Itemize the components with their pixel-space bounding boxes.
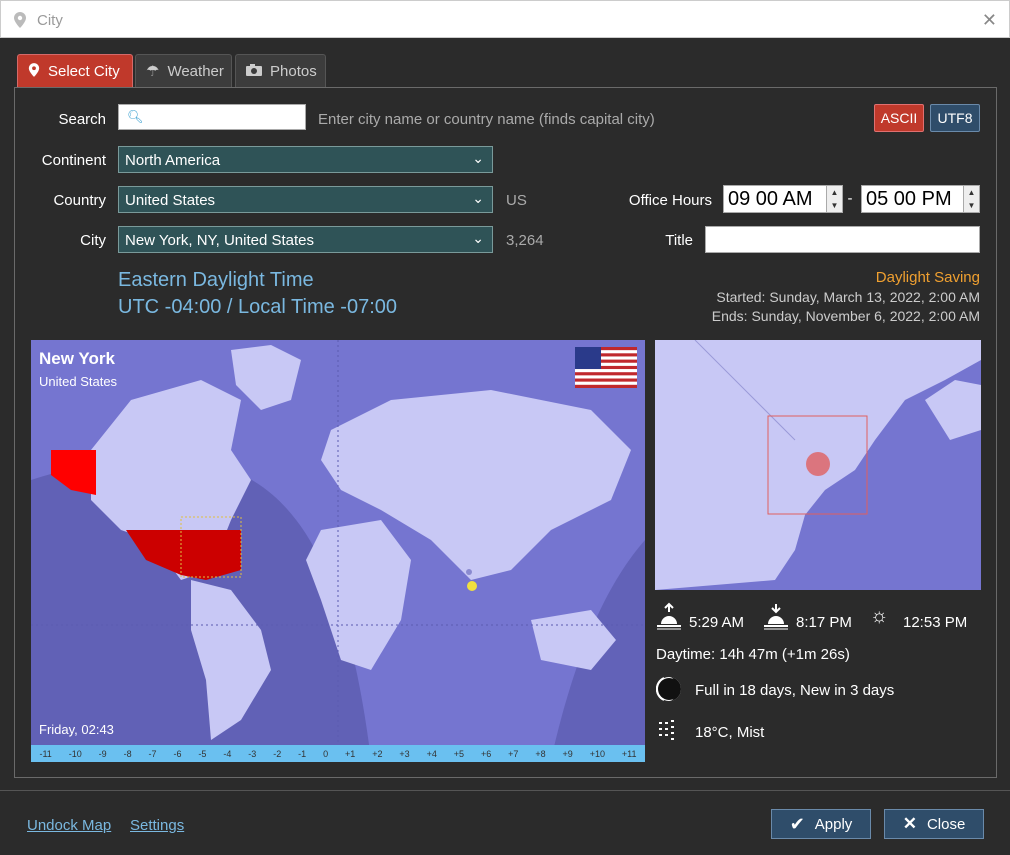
title-input[interactable] <box>705 226 980 253</box>
tab-label: Select City <box>48 63 120 80</box>
sunrise-icon <box>656 602 682 635</box>
map-city-name: New York <box>39 349 115 368</box>
tab-weather[interactable]: ☂ Weather <box>135 54 232 88</box>
daytime-length: Daytime: 14h 47m (+1m 26s) <box>656 646 850 663</box>
country-select[interactable]: United States ⌄ <box>118 186 493 213</box>
location-mini-map[interactable] <box>655 340 981 590</box>
timezone-scale-tick: -9 <box>98 748 107 759</box>
apply-button[interactable]: ✔ Apply <box>771 809 871 839</box>
sunrise-time: 5:29 AM <box>689 614 745 631</box>
dst-started: Started: Sunday, March 13, 2022, 2:00 AM <box>716 289 980 305</box>
timezone-scale-tick: 0 <box>323 748 329 759</box>
timezone-scale-tick: -8 <box>123 748 132 759</box>
tab-photos[interactable]: Photos <box>235 54 326 88</box>
sun-noon-icon: ☼ <box>870 605 889 627</box>
title-bar: City ✕ <box>0 0 1010 38</box>
dst-ends: Ends: Sunday, November 6, 2022, 2:00 AM <box>711 308 980 324</box>
timezone-scale: -11 -10 -9 -8 -7 -6 -5 -4 -3 -2 -1 0 +1 +2 +3 +4 +5 +6 +7 +… <box>31 745 645 762</box>
close-icon[interactable]: ✕ <box>982 10 997 31</box>
office-start-value: 09 00 AM <box>728 188 813 210</box>
tab-label: Photos <box>270 62 317 80</box>
chevron-down-icon: ⌄ <box>472 190 484 206</box>
timezone-scale-tick: -7 <box>148 748 157 759</box>
timezone-scale-tick: +3 <box>399 748 410 759</box>
close-icon: ✕ <box>902 814 917 833</box>
dst-title: Daylight Saving <box>875 269 980 286</box>
close-button[interactable]: ✕ Close <box>884 809 984 839</box>
ascii-button[interactable]: ASCII <box>874 104 924 132</box>
office-end-time[interactable]: 05 00 PM ▲ ▼ <box>861 185 980 213</box>
timezone-scale-tick: -6 <box>173 748 182 759</box>
city-label: City <box>80 232 106 249</box>
timezone-scale-tick: -5 <box>198 748 207 759</box>
timezone-scale-tick: +9 <box>562 748 573 759</box>
continent-select[interactable]: North America ⌄ <box>118 146 493 173</box>
timezone-scale-tick: -4 <box>223 748 232 759</box>
timezone-scale-tick: +8 <box>535 748 546 759</box>
timezone-scale-tick: -11 <box>39 748 52 759</box>
window-title: City <box>37 12 63 29</box>
timezone-name: Eastern Daylight Time <box>118 269 314 291</box>
map-local-time: Friday, 02:43 <box>39 722 114 737</box>
moon-icon <box>655 676 682 707</box>
timezone-scale-tick: -1 <box>298 748 307 759</box>
country-code: US <box>506 192 527 209</box>
tab-label: Weather <box>167 62 224 80</box>
chevron-down-icon: ⌄ <box>472 150 484 166</box>
city-count: 3,264 <box>506 232 544 249</box>
timezone-scale-tick: +5 <box>453 748 465 759</box>
chevron-down-icon: ⌄ <box>472 230 484 246</box>
office-end-value: 05 00 PM <box>866 188 952 210</box>
continent-value: North America <box>125 152 221 169</box>
solar-noon-time: 12:53 PM <box>903 614 968 631</box>
undock-map-link[interactable]: Undock Map <box>27 817 111 834</box>
search-input[interactable]: 🔍︎ <box>118 104 306 130</box>
timezone-scale-tick: +1 <box>345 748 356 759</box>
country-value: United States <box>125 192 216 209</box>
moon-phase: Full in 18 days, New in 3 days <box>695 682 895 699</box>
search-label: Search <box>58 111 106 128</box>
close-label: Close <box>926 815 966 833</box>
title-label: Title <box>665 232 693 249</box>
stepper-arrows[interactable]: ▲ ▼ <box>963 186 979 212</box>
timezone-scale-tick: +6 <box>480 748 492 759</box>
continent-label: Continent <box>41 152 106 169</box>
timezone-scale-tick: -3 <box>248 748 257 759</box>
country-label: Country <box>53 192 106 209</box>
office-start-time[interactable]: 09 00 AM ▲ ▼ <box>723 185 843 213</box>
world-map-graphic <box>31 340 645 762</box>
mist-icon <box>659 720 679 747</box>
world-map[interactable]: New York United States Friday, 02:43 -11… <box>31 340 645 762</box>
timezone-scale-tick: +7 <box>508 748 519 759</box>
settings-link[interactable]: Settings <box>130 817 184 834</box>
checkmark-icon: ✔ <box>789 813 805 834</box>
timezone-scale-tick: +11 <box>621 748 637 759</box>
weather-summary: 18°C, Mist <box>695 724 765 741</box>
timezone-scale-tick: +2 <box>372 748 383 759</box>
search-hint: Enter city name or country name (finds c… <box>318 111 655 128</box>
umbrella-icon: ☂ <box>146 63 160 80</box>
office-hours-label: Office Hours <box>628 192 712 209</box>
timezone-scale-tick: -2 <box>273 748 282 759</box>
sunset-time: 8:17 PM <box>796 614 852 631</box>
timezone-scale-tick: +4 <box>426 748 437 759</box>
timezone-scale-tick: -10 <box>68 748 82 759</box>
city-select[interactable]: New York, NY, United States ⌄ <box>118 226 493 253</box>
tab-select-city[interactable]: Select City <box>17 54 133 88</box>
timezone-offset: UTC -04:00 / Local Time -07:00 <box>118 296 398 318</box>
utf8-button[interactable]: UTF8 <box>930 104 980 132</box>
camera-icon <box>246 63 262 80</box>
stepper-arrows[interactable]: ▲ ▼ <box>826 186 842 212</box>
city-value: New York, NY, United States <box>125 232 314 249</box>
office-hours-dash: - <box>847 190 853 207</box>
us-flag-icon <box>575 347 637 388</box>
mini-map-graphic <box>655 340 981 590</box>
location-pin-icon <box>28 62 40 82</box>
timezone-scale-tick: +10 <box>589 748 605 759</box>
search-icon: 🔍︎ <box>127 109 144 124</box>
sunset-icon <box>763 602 789 635</box>
map-country-name: United States <box>39 374 118 389</box>
location-pin-icon <box>13 11 27 34</box>
apply-label: Apply <box>814 815 853 833</box>
